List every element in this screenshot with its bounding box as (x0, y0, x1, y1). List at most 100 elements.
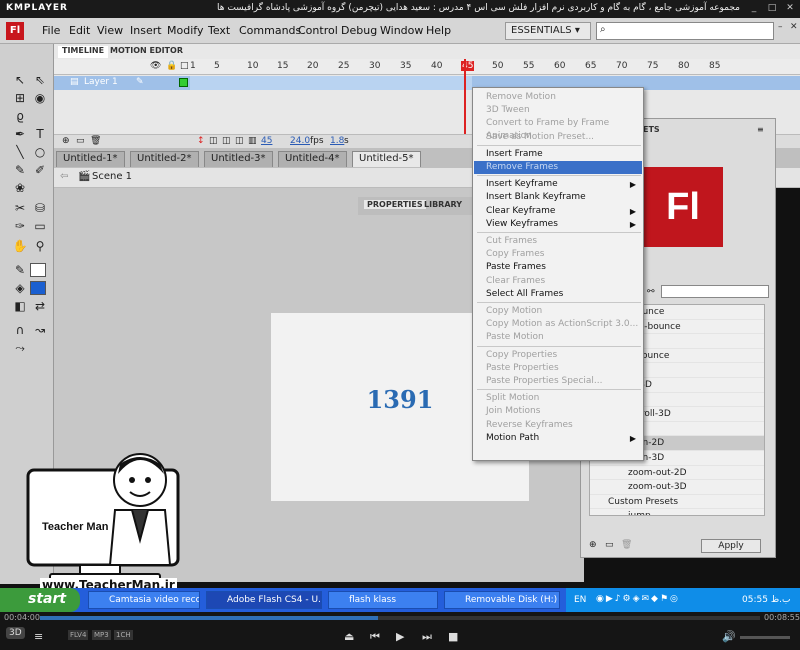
context-menu-item[interactable]: Remove Frames (474, 161, 642, 174)
playhead[interactable] (464, 59, 466, 134)
context-menu-item[interactable]: Split Motion (474, 392, 642, 405)
start-button[interactable]: start (0, 588, 80, 612)
straighten-icon[interactable]: ⤳ (12, 340, 28, 356)
new-layer-icon[interactable]: ⊕ (62, 136, 70, 146)
eyedropper-icon[interactable]: ✑ (12, 218, 28, 234)
context-menu-item[interactable]: Clear Frames (474, 275, 642, 288)
layer-row[interactable]: ▤ Layer 1 ✎ (54, 76, 800, 90)
context-menu-item[interactable]: View Keyframes ▶ (474, 218, 642, 231)
menu-edit[interactable]: Edit (69, 24, 90, 37)
subselection-tool-icon[interactable]: ⇖ (32, 72, 48, 88)
context-menu-item[interactable]: Cut Frames (474, 235, 642, 248)
apply-button[interactable]: Apply (701, 539, 761, 553)
context-menu-item[interactable]: Paste Properties (474, 362, 642, 375)
menu-file[interactable]: File (42, 24, 60, 37)
free-transform-tool-icon[interactable]: ⊞ (12, 90, 28, 106)
doc-tab[interactable]: Untitled-1* (56, 151, 125, 167)
tab-motion-editor[interactable]: MOTION EDITOR (106, 46, 187, 58)
context-menu-item[interactable]: Save as Motion Preset... (474, 131, 642, 144)
context-menu-item[interactable]: Join Motions (474, 405, 642, 418)
eraser-icon[interactable]: ▭ (32, 218, 48, 234)
3d-rotation-tool-icon[interactable]: ◉ (32, 90, 48, 106)
snap-magnet-icon[interactable]: ∩ (12, 322, 28, 338)
taskbar-item[interactable]: Camtasia video reco... (88, 591, 200, 609)
stroke-color-swatch[interactable] (30, 263, 46, 277)
delete-layer-icon[interactable]: 🗑 (90, 136, 101, 146)
onion-outline-icon[interactable]: ◫ (222, 136, 231, 146)
context-menu-item[interactable]: Paste Frames (474, 261, 642, 274)
doc-tab[interactable]: Untitled-2* (130, 151, 199, 167)
context-menu-item[interactable]: Copy Motion (474, 305, 642, 318)
context-menu-item[interactable]: 3D Tween (474, 104, 642, 117)
selection-tool-icon[interactable]: ↖ (12, 72, 28, 88)
fps-value[interactable]: 24.0 (290, 136, 310, 146)
new-folder-icon[interactable]: ▭ (605, 540, 614, 550)
close-icon[interactable]: ✕ (784, 2, 796, 14)
stroke-color-icon[interactable]: ✎ (12, 262, 28, 278)
oval-tool-icon[interactable]: ○ (32, 144, 48, 160)
menu-modify[interactable]: Modify (167, 24, 203, 37)
black-white-icon[interactable]: ◧ (12, 298, 28, 314)
3d-icon[interactable]: 3D (6, 627, 25, 639)
time-value[interactable]: 1.8 (330, 136, 344, 146)
menu-insert[interactable]: Insert (130, 24, 162, 37)
language-indicator[interactable]: EN (574, 595, 586, 605)
context-menu-item[interactable]: Remove Motion (474, 91, 642, 104)
menu-window[interactable]: Window (380, 24, 423, 37)
lasso-tool-icon[interactable]: ϱ (12, 108, 28, 124)
list-item[interactable]: zoom-out-2D (590, 466, 764, 481)
lock-icon[interactable]: 🔒 (166, 61, 177, 71)
panel-menu-icon[interactable]: ≡ (757, 125, 764, 134)
stop-icon[interactable]: ■ (448, 630, 458, 643)
doc-tab[interactable]: Untitled-4* (278, 151, 347, 167)
doc-tab[interactable]: Untitled-3* (204, 151, 273, 167)
pencil-tool-icon[interactable]: ✎ (12, 162, 28, 178)
deco-tool-icon[interactable]: ❀ (12, 180, 28, 196)
outline-icon[interactable]: □ (180, 61, 189, 71)
context-menu-item[interactable]: Clear Keyframe ▶ (474, 205, 642, 218)
context-menu-item[interactable]: Select All Frames (474, 288, 642, 301)
menu-commands[interactable]: Commands (239, 24, 301, 37)
play-icon[interactable]: ▶ (396, 630, 404, 643)
binoculars-icon[interactable]: ⚯ (647, 287, 655, 297)
back-arrow-icon[interactable]: ⇦ (60, 171, 68, 182)
seek-bar[interactable] (40, 616, 760, 620)
minimize-icon[interactable]: _ (748, 2, 760, 14)
scene-label[interactable]: Scene 1 (92, 171, 132, 182)
text-tool-icon[interactable]: T (32, 126, 48, 142)
context-menu-item[interactable]: Convert to Frame by Frame Animation (474, 117, 642, 141)
menu-help[interactable]: Help (426, 24, 451, 37)
eject-icon[interactable]: ⏏ (344, 630, 354, 643)
context-menu-item[interactable]: Paste Motion (474, 331, 642, 344)
context-menu-item[interactable]: Copy Properties (474, 349, 642, 362)
tray-icons[interactable]: ◉▶♪⚙◈✉◆⚑◎ (596, 594, 680, 604)
delete-icon[interactable]: 🗑 (621, 540, 632, 550)
context-menu-item[interactable]: Insert Keyframe ▶ (474, 178, 642, 191)
menu-text[interactable]: Text (208, 24, 230, 37)
brush-tool-icon[interactable]: ✐ (32, 162, 48, 178)
line-tool-icon[interactable]: ╲ (12, 144, 28, 160)
folder-item[interactable]: Custom Presets (590, 495, 764, 510)
list-item[interactable]: jump (590, 509, 764, 515)
hand-tool-icon[interactable]: ✋ (12, 238, 28, 254)
layer-name[interactable]: Layer 1 (84, 77, 118, 87)
list-item[interactable]: zoom-out-3D (590, 480, 764, 495)
eye-icon[interactable]: 👁 (150, 61, 161, 71)
context-menu-item[interactable]: Copy Motion as ActionScript 3.0... (474, 318, 642, 331)
layer-color-icon[interactable] (179, 78, 188, 87)
tab-properties[interactable]: PROPERTIES (364, 200, 426, 209)
preset-search-input[interactable] (661, 285, 769, 298)
paint-bucket-icon[interactable]: ⛁ (32, 200, 48, 216)
context-menu-item[interactable]: Insert Frame (474, 148, 642, 161)
zoom-tool-icon[interactable]: ⚲ (32, 238, 48, 254)
previous-icon[interactable]: ⏮ (370, 630, 380, 644)
menu-debug[interactable]: Debug (341, 24, 377, 37)
volume-icon[interactable]: 🔊 (722, 630, 736, 643)
tab-timeline[interactable]: TIMELINE (58, 46, 109, 58)
frame-span[interactable] (190, 76, 472, 90)
modify-onion-icon[interactable]: ▥ (248, 136, 257, 146)
menu-control[interactable]: Control (298, 24, 338, 37)
volume-slider[interactable] (740, 636, 790, 639)
next-icon[interactable]: ⏭ (422, 630, 432, 644)
context-menu-item[interactable]: Paste Properties Special... (474, 375, 642, 388)
